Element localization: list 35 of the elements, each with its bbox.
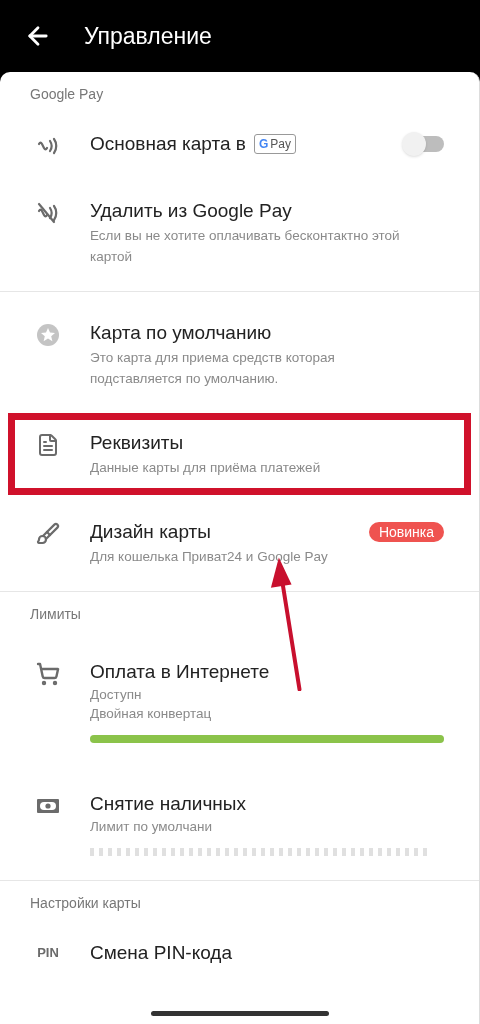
- cart-icon: [36, 662, 60, 686]
- section-header: Лимиты: [29, 605, 82, 624]
- row-title: Снятие наличных: [90, 792, 246, 816]
- limit-text: Доступн: [90, 686, 143, 704]
- row-title: Дизайн карты: [90, 520, 211, 544]
- pin-label: PIN: [37, 944, 59, 962]
- row-subtitle: Это карта для приема средств которая подставляется по умолчанию.: [90, 349, 336, 388]
- settings-row[interactable]: Основная карта в G Pay: [8, 111, 471, 178]
- settings-row[interactable]: Оплата в Интернете Доступн Двойная конвертац: [8, 639, 471, 763]
- limit-text: Лимит по умолчани: [90, 818, 213, 836]
- limit-text: Двойная конвертац: [90, 705, 213, 723]
- section-header: Настройки карты: [29, 894, 142, 913]
- row-subtitle: Если вы не хотите оплачивать бесконтактно этой картой: [90, 227, 401, 266]
- google-pay-badge: G Pay: [253, 134, 296, 154]
- row-title: Основная карта в: [90, 132, 246, 156]
- settings-row[interactable]: Реквизиты Данные карты для приёма платежей: [8, 413, 471, 495]
- contactless-off-icon: [36, 201, 60, 225]
- settings-row[interactable]: Дизайн карты Новинка Для кошелька Приват24 и Google Pay: [8, 499, 471, 587]
- document-icon: [36, 433, 60, 457]
- row-title: Удалить из Google Pay: [90, 199, 292, 223]
- settings-row[interactable]: PIN Смена PIN-кода: [8, 920, 471, 986]
- brush-icon: [36, 522, 60, 546]
- row-title: Карта по умолчанию: [90, 321, 272, 345]
- row-title: Оплата в Интернете: [90, 660, 270, 684]
- row-title: Реквизиты: [90, 431, 184, 455]
- row-subtitle: Для кошелька Приват24 и Google Pay: [90, 548, 329, 566]
- section-header: Google Pay: [29, 85, 105, 104]
- row-subtitle: Данные карты для приёма платежей: [90, 459, 322, 477]
- settings-row[interactable]: Карта по умолчанию Это карта для приема средств которая подставляется по умолчанию.: [8, 300, 471, 409]
- settings-row[interactable]: Удалить из Google Pay Если вы не хотите оплачивать бесконтактно этой картой: [8, 178, 471, 287]
- settings-row[interactable]: Снятие наличных Лимит по умолчани: [8, 771, 471, 876]
- screen-title: Управление: [84, 21, 212, 51]
- home-indicator[interactable]: [150, 1011, 329, 1016]
- row-title: Смена PIN-кода: [90, 941, 233, 965]
- new-tag: Новинка: [368, 522, 444, 542]
